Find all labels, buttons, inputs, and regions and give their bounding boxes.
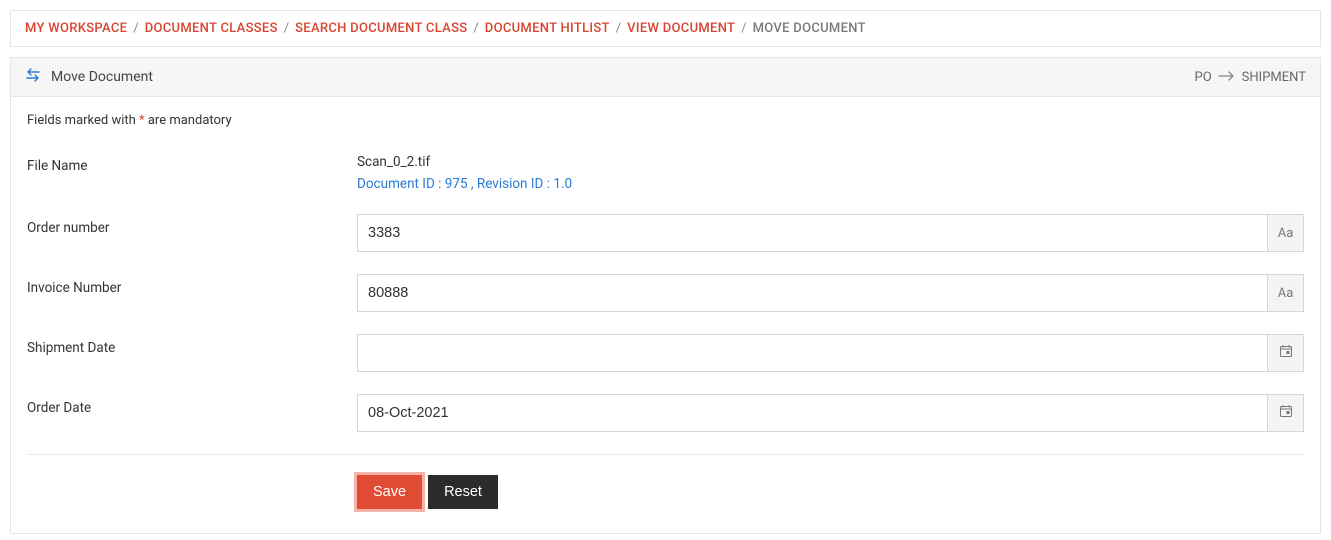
breadcrumb-separator: /	[616, 21, 621, 36]
invoice-number-row: Invoice Number Aa	[27, 274, 1304, 312]
breadcrumb-link-view-document[interactable]: VIEW DOCUMENT	[627, 21, 735, 36]
order-date-label: Order Date	[27, 394, 357, 416]
calendar-icon	[1279, 344, 1293, 362]
shipment-date-label: Shipment Date	[27, 334, 357, 356]
calendar-icon	[1279, 404, 1293, 422]
text-case-button[interactable]: Aa	[1268, 274, 1304, 312]
panel-header: Move Document PO SHIPMENT	[11, 58, 1320, 97]
text-case-button[interactable]: Aa	[1268, 214, 1304, 252]
breadcrumb-separator: /	[473, 21, 478, 36]
order-number-row: Order number Aa	[27, 214, 1304, 252]
hint-suffix: are mandatory	[145, 113, 232, 128]
order-number-label: Order number	[27, 214, 357, 236]
calendar-button[interactable]	[1268, 334, 1304, 372]
document-id-link[interactable]: Document ID : 975 , Revision ID : 1.0	[357, 176, 572, 192]
panel-body: Fields marked with * are mandatory File …	[11, 97, 1320, 533]
reset-button[interactable]: Reset	[428, 475, 498, 509]
move-path-to: SHIPMENT	[1242, 70, 1306, 85]
breadcrumb-link-search-document-class[interactable]: SEARCH DOCUMENT CLASS	[295, 21, 467, 36]
breadcrumb-link-document-hitlist[interactable]: DOCUMENT HITLIST	[485, 21, 610, 36]
arrow-right-icon	[1218, 70, 1236, 85]
file-name-row: File Name Scan_0_2.tif Document ID : 975…	[27, 152, 1304, 192]
panel-title: Move Document	[51, 69, 153, 85]
button-row: Save Reset	[357, 475, 1304, 509]
order-date-input[interactable]	[357, 394, 1268, 432]
breadcrumb-separator: /	[284, 21, 289, 36]
breadcrumb-current: MOVE DOCUMENT	[753, 21, 866, 36]
transfer-icon	[25, 68, 41, 86]
order-date-row: Order Date	[27, 394, 1304, 432]
breadcrumb-separator: /	[741, 21, 746, 36]
mandatory-hint: Fields marked with * are mandatory	[27, 113, 1304, 128]
file-name-value: Scan_0_2.tif	[357, 152, 1304, 170]
invoice-number-label: Invoice Number	[27, 274, 357, 296]
save-button[interactable]: Save	[357, 475, 422, 509]
move-path-from: PO	[1195, 70, 1212, 85]
breadcrumb-link-document-classes[interactable]: DOCUMENT CLASSES	[145, 21, 278, 36]
invoice-number-input[interactable]	[357, 274, 1268, 312]
divider	[27, 454, 1304, 455]
hint-prefix: Fields marked with	[27, 113, 139, 128]
file-name-label: File Name	[27, 152, 357, 174]
breadcrumb: MY WORKSPACE / DOCUMENT CLASSES / SEARCH…	[10, 10, 1321, 47]
move-path: PO SHIPMENT	[1195, 70, 1306, 85]
move-document-panel: Move Document PO SHIPMENT Fields marked …	[10, 57, 1321, 534]
shipment-date-row: Shipment Date	[27, 334, 1304, 372]
calendar-button[interactable]	[1268, 394, 1304, 432]
breadcrumb-separator: /	[133, 21, 138, 36]
order-number-input[interactable]	[357, 214, 1268, 252]
shipment-date-input[interactable]	[357, 334, 1268, 372]
breadcrumb-link-workspace[interactable]: MY WORKSPACE	[25, 21, 127, 36]
